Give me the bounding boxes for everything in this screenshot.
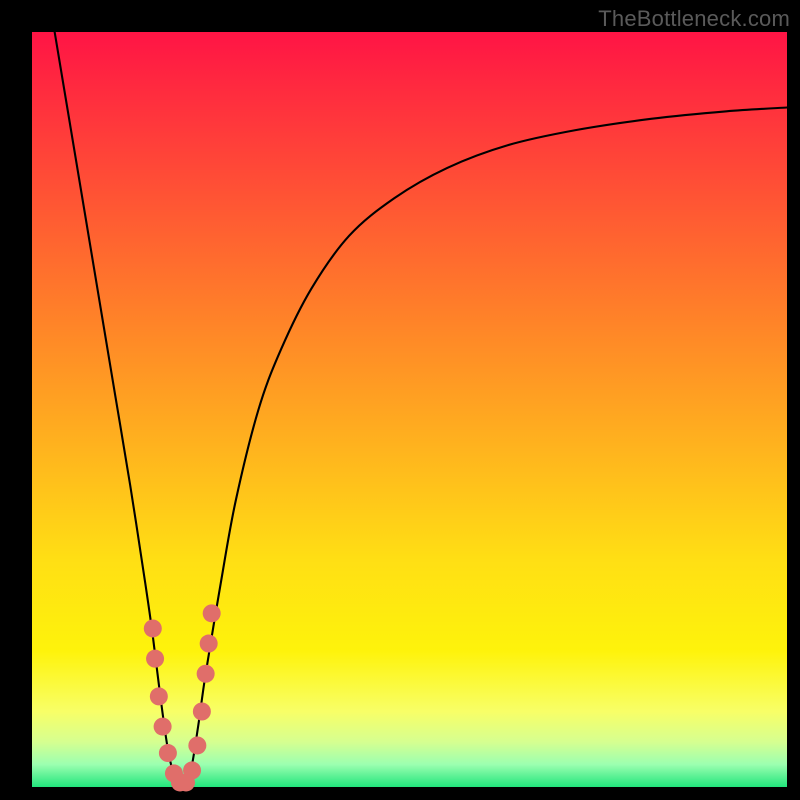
bottleneck-curve: [55, 32, 787, 787]
curve-marker: [150, 687, 168, 705]
curve-marker: [144, 619, 162, 637]
curve-marker: [188, 736, 206, 754]
curve-marker: [183, 761, 201, 779]
curve-marker: [146, 650, 164, 668]
watermark-text: TheBottleneck.com: [598, 6, 790, 32]
curve-marker: [203, 604, 221, 622]
curve-markers: [144, 604, 221, 791]
curve-marker: [197, 665, 215, 683]
plot-svg: [32, 32, 787, 787]
curve-marker: [193, 703, 211, 721]
chart-stage: TheBottleneck.com: [0, 0, 800, 800]
plot-area: [32, 32, 787, 787]
curve-marker: [154, 718, 172, 736]
curve-marker: [200, 635, 218, 653]
curve-marker: [159, 744, 177, 762]
